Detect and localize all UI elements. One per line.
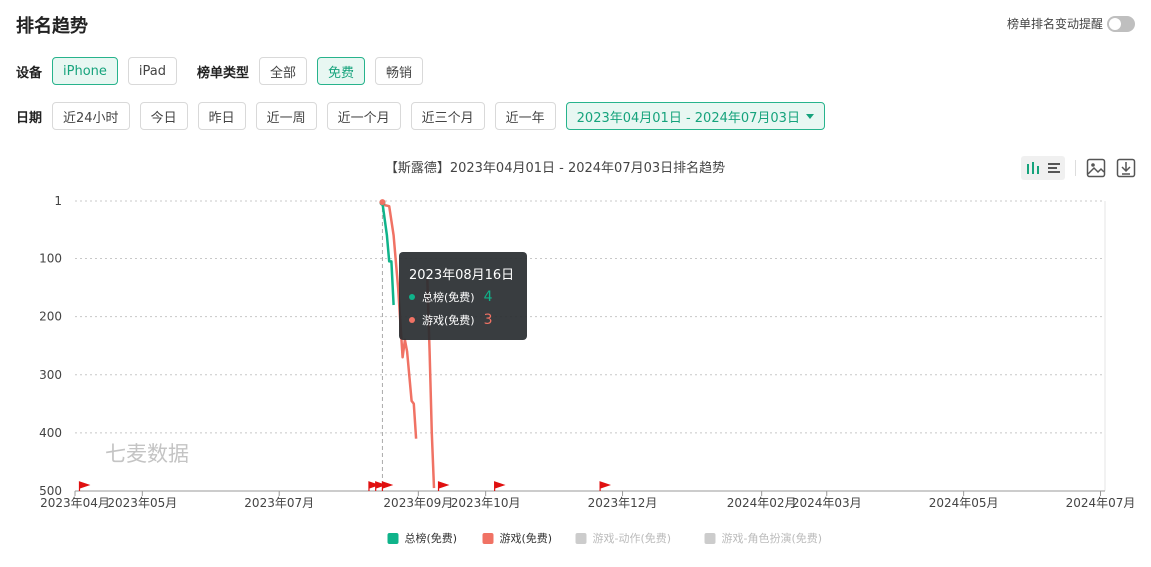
x-tick-label: 2023年12月 [588,496,658,510]
x-tick-label: 2023年04月 [40,496,110,510]
y-tick-label: 200 [39,310,62,324]
y-tick-label: 100 [39,252,62,266]
tooltip-series-name: 总榜(免费) [422,291,475,304]
event-flag-icon [599,481,611,491]
event-flag-icon [437,481,450,491]
y-tick-label: 300 [39,368,62,382]
legend-swatch [387,533,399,544]
chart-title: 【斯露德】2023年04月01日 - 2024年07月03日排名趋势 [385,160,725,176]
tooltip-series-value: 3 [483,312,493,328]
series-dot-icon [409,294,415,300]
x-tick-label: 2024年07月 [1066,496,1136,510]
series-dot-icon [409,317,415,323]
rank-trend-chart: 【斯露德】2023年04月01日 - 2024年07月03日排名趋势 1 100 20… [39,160,1136,545]
tooltip-row: 总榜(免费) 4 [409,289,493,305]
tooltip-series-name: 游戏(免费) [422,314,475,327]
legend-item: 游戏(免费) [500,531,553,545]
x-tick-label: 2023年07月 [244,496,314,510]
x-tick-label: 2023年05月 [107,496,177,510]
x-tick-label: 2024年02月 [727,496,797,510]
legend-swatch [704,533,716,544]
x-tick-label: 2023年09月 [383,496,453,510]
watermark: 七麦数据 [105,442,189,466]
legend-item: 总榜(免费) [405,531,458,545]
legend-swatch [482,533,494,544]
tooltip-series-value: 4 [483,289,493,305]
x-tick-label: 2024年05月 [929,496,999,510]
hover-point [379,199,386,206]
x-tick-label: 2023年10月 [451,496,521,510]
legend-swatch [575,533,587,544]
legend-item: 游戏-动作(免费) [593,531,672,545]
y-tick-label: 400 [39,426,62,440]
tooltip-date: 2023年08月16日 [409,268,515,283]
event-flag-icon [78,481,91,491]
x-tick-label: 2024年03月 [792,496,862,510]
legend-item: 游戏-角色扮演(免费) [722,531,823,545]
y-tick-label: 1 [54,194,62,208]
event-flag-icon [494,481,506,491]
event-flag-icon [381,481,394,491]
chart-tooltip: 2023年08月16日 总榜(免费) 4 游戏(免费) 3 [399,252,527,340]
tooltip-row: 游戏(免费) 3 [409,312,493,328]
